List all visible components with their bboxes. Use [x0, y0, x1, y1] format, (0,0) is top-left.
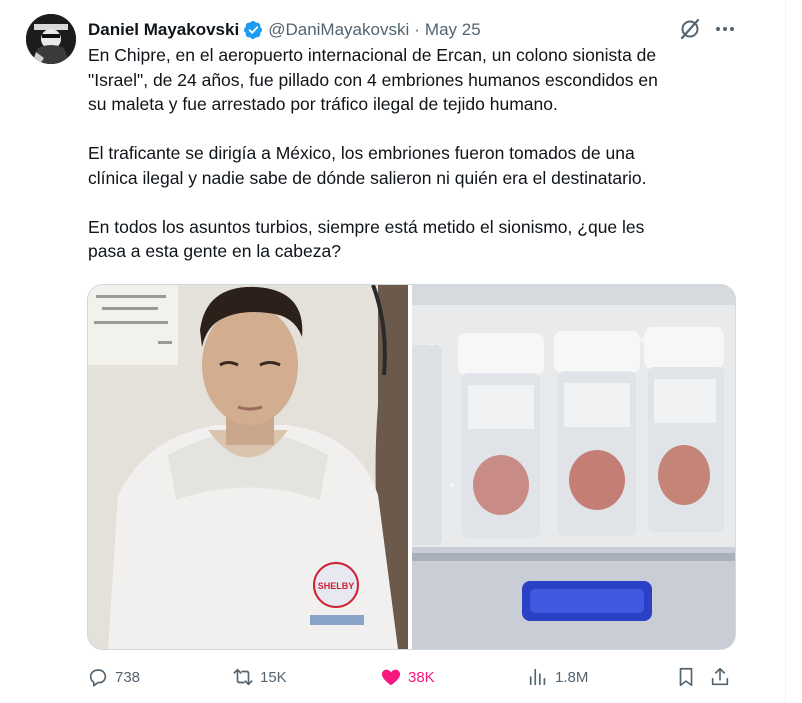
bookmark-icon	[679, 667, 693, 687]
avatar-image	[26, 14, 76, 64]
avatar[interactable]	[26, 14, 76, 64]
action-bar: 738 15K 38K 1.8M	[87, 664, 737, 690]
timestamp[interactable]: May 25	[425, 20, 481, 40]
share-button[interactable]	[709, 664, 731, 690]
reply-count: 738	[115, 668, 141, 686]
like-button[interactable]: 38K	[380, 664, 435, 690]
repost-icon	[233, 668, 253, 686]
views-icon	[529, 668, 546, 686]
separator-dot: ·	[414, 20, 420, 39]
tweet-paragraph: En Chipre, en el aeropuerto internaciona…	[88, 45, 658, 114]
reply-button[interactable]: 738	[87, 664, 140, 690]
tweet-card[interactable]: Daniel Mayakovski @DaniMayakovski · May …	[0, 0, 786, 703]
like-count: 38K	[408, 668, 435, 686]
verified-badge-icon	[243, 20, 263, 40]
repost-count: 15K	[260, 668, 287, 686]
hoodie-logo: SHELBY	[318, 581, 355, 591]
bookmark-button[interactable]	[675, 664, 697, 690]
more-icon[interactable]	[713, 17, 737, 41]
tweet-text: En Chipre, en el aeropuerto internaciona…	[88, 43, 738, 288]
views-count: 1.8M	[555, 668, 589, 686]
repost-button[interactable]: 15K	[232, 664, 287, 690]
tweet-paragraph: En todos los asuntos turbios, siempre es…	[88, 216, 645, 262]
handle[interactable]: @DaniMayakovski	[268, 20, 409, 40]
display-name[interactable]: Daniel Mayakovski	[88, 20, 239, 40]
tweet-header: Daniel Mayakovski @DaniMayakovski · May …	[88, 17, 481, 43]
share-icon	[711, 667, 729, 686]
heart-icon	[381, 669, 401, 686]
photo-man-in-hoodie[interactable]: SHELBY	[88, 285, 408, 649]
views-button[interactable]: 1.8M	[527, 664, 588, 690]
reply-icon	[89, 669, 107, 687]
grok-icon[interactable]	[678, 17, 702, 41]
tweet-media: SHELBY	[87, 284, 736, 650]
tweet-paragraph: El traficante se dirigía a México, los e…	[88, 143, 647, 188]
photo-embryo-vials[interactable]	[412, 285, 735, 649]
